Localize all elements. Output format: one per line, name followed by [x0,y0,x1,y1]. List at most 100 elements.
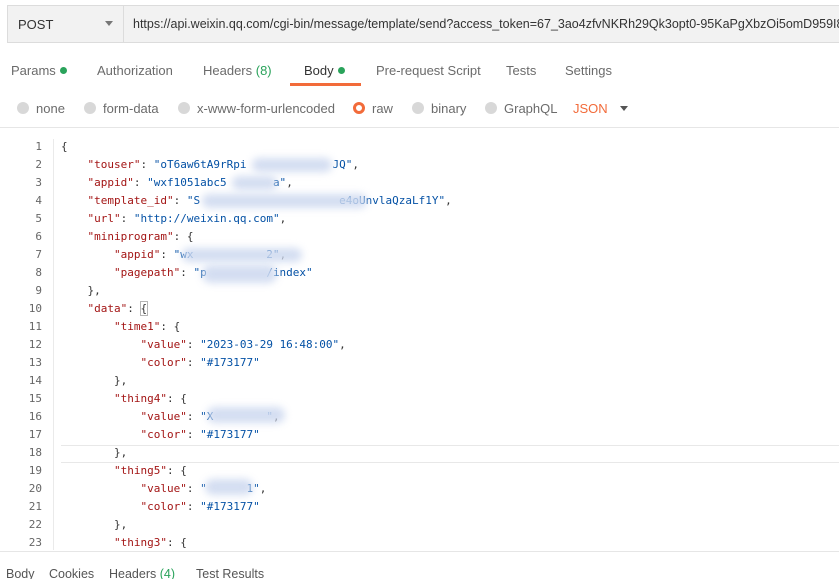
active-tab-indicator [290,83,361,86]
line-number: 10 [28,302,42,315]
redaction-blur [207,407,285,423]
radio-binary[interactable]: binary [412,96,466,120]
line-number: 22 [28,518,42,531]
tab-label: Test Results [196,567,265,579]
response-tab-test-results[interactable]: Test Results [196,567,264,579]
line-number: 21 [28,500,42,513]
tab-tests[interactable]: Tests [506,56,536,86]
radio-graphql[interactable]: GraphQL [485,96,557,120]
code-line: { [61,140,68,153]
code-line: "url": "http://weixin.qq.com", [87,212,287,225]
radio-icon [178,102,190,114]
redaction-blur [202,194,367,208]
radio-form-data[interactable]: form-data [84,96,159,120]
code-line: "data": { [87,301,149,316]
line-number: 13 [28,356,42,369]
code-line: "thing3": { [113,536,187,549]
radio-icon [485,102,497,114]
status-dot-icon [337,67,345,74]
tab-body[interactable]: Body [304,56,345,86]
line-number: 7 [35,248,42,261]
line-number: 6 [35,230,42,243]
tab-count: (8) [255,63,272,78]
line-number: 8 [35,266,42,279]
radio-label: raw [372,100,393,116]
line-number: 15 [28,392,42,405]
radio-none[interactable]: none [17,96,65,120]
tab-count: (4) [159,567,176,579]
code-line: "thing4": { [113,392,187,405]
radio-icon [412,102,424,114]
current-line-highlight [61,445,839,463]
response-tab-cookies[interactable]: Cookies [49,567,94,579]
method-select[interactable]: POST [8,6,124,42]
redaction-blur [182,248,302,262]
tab-settings[interactable]: Settings [565,56,612,86]
radio-label: binary [431,100,467,116]
code-line: "thing5": { [113,464,187,477]
radio-label: form-data [103,100,159,116]
code-line: "color": "#173177" [140,428,260,441]
radio-x-www-form-urlencoded[interactable]: x-www-form-urlencoded [178,96,335,120]
line-number: 23 [28,536,42,549]
code-line: "value": "2023-03-29 16:48:00", [140,338,346,351]
tab-label: Settings [565,63,612,78]
code-line: "color": "#173177" [140,356,260,369]
code-line: }, [61,446,128,459]
radio-label: GraphQL [504,100,558,116]
redaction-blur [252,158,332,172]
tab-authorization[interactable]: Authorization [97,56,173,86]
format-label: JSON [573,100,608,116]
line-number: 11 [28,320,42,333]
line-number: 12 [28,338,42,351]
radio-checked-icon [353,102,365,114]
radio-label: x-www-form-urlencoded [197,100,335,116]
code-editor[interactable]: 1 2 3 4 5 6 7 8 9 10 11 12 13 14 15 16 17 18 19 20 21 22 23 { … [7,139,839,550]
line-number: 9 [35,284,42,297]
line-number: 4 [35,194,42,207]
code-line: "miniprogram": { [87,230,194,243]
tab-label: Headers [109,567,160,579]
tab-headers[interactable]: Headers (8) [203,56,272,86]
radio-raw[interactable]: raw [353,96,393,120]
redaction-blur [232,176,277,190]
method-label: POST [18,16,54,32]
tab-label: Headers [203,63,256,78]
redaction-blur [205,479,253,495]
line-number: 5 [35,212,42,225]
request-url-bar: POST https://api.weixin.qq.com/cgi-bin/m… [7,5,839,43]
redaction-blur [202,265,277,283]
tab-params[interactable]: Params [11,56,67,86]
line-number: 18 [28,446,42,459]
response-tab-body[interactable]: Body [6,567,35,579]
divider [0,127,839,128]
tab-label: Params [11,63,56,78]
request-tabs: Params Authorization Headers (8) Body Pr… [0,56,839,88]
code-line: "color": "#173177" [140,500,260,513]
url-input[interactable]: https://api.weixin.qq.com/cgi-bin/messag… [124,6,839,42]
code-line: }, [61,518,128,531]
tab-label: Authorization [97,63,173,78]
line-number: 19 [28,464,42,477]
radio-label: none [36,100,65,116]
line-number: 14 [28,374,42,387]
tab-label: Tests [506,63,537,78]
tab-label: Pre-request Script [376,63,481,78]
radio-icon [17,102,29,114]
code-line: }, [61,374,128,387]
chevron-down-icon [105,21,113,26]
line-number: 2 [35,158,42,171]
divider [0,551,839,552]
line-number: 20 [28,482,42,495]
line-number: 17 [28,428,42,441]
radio-icon [84,102,96,114]
line-number: 3 [35,176,42,189]
response-tab-headers[interactable]: Headers (4) [109,567,175,579]
code-line: }, [61,284,101,297]
code-line: "time1": { [113,320,181,333]
tab-label: Body [6,567,35,579]
tab-pre-request-script[interactable]: Pre-request Script [376,56,481,86]
status-dot-icon [59,67,67,74]
tab-label: Cookies [49,567,95,579]
format-select[interactable]: JSON [573,96,628,120]
